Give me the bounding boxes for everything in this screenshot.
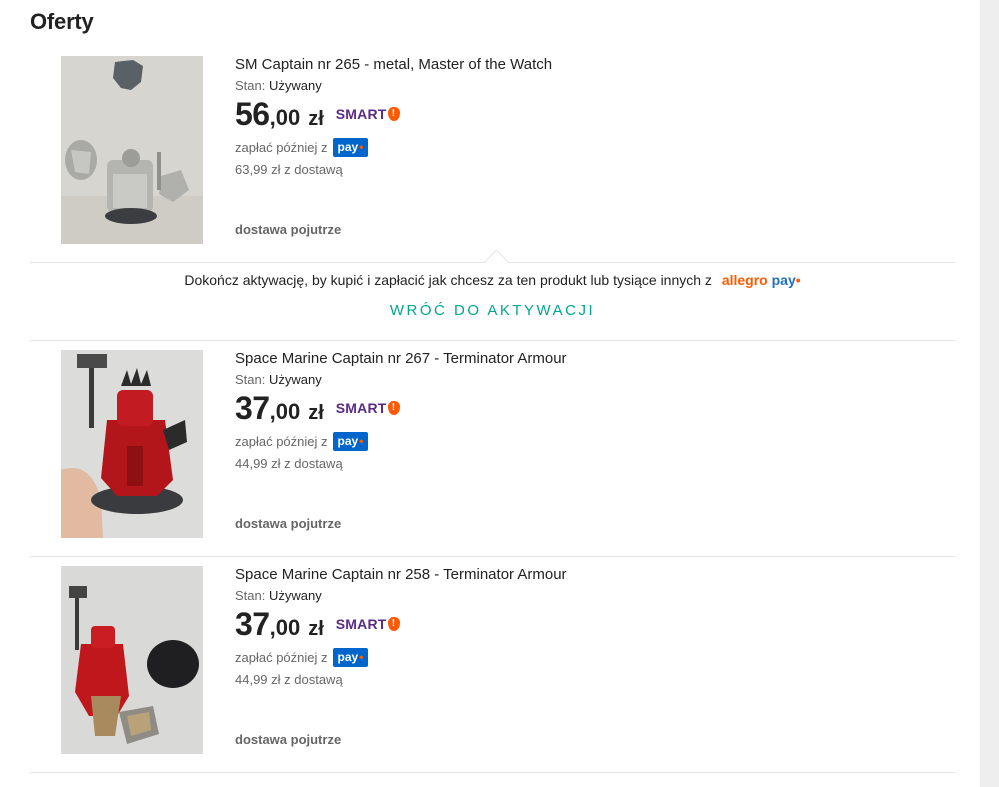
total-with-delivery: 44,99 zł z dostawą: [235, 456, 343, 471]
pay-badge: pay •: [332, 432, 369, 451]
pay-badge-label: pay: [337, 140, 359, 154]
condition-label: Stan:: [235, 372, 266, 387]
offer-condition: Stan: Używany: [235, 78, 322, 93]
section-title: Oferty: [30, 9, 94, 34]
smart-badge: SMART !: [336, 400, 400, 416]
pay-later-row: zapłać później z pay •: [235, 432, 369, 451]
pay-dot-icon: •: [359, 650, 364, 664]
price-decimal: ,00: [269, 615, 301, 640]
activation-text: Dokończ aktywację, by kupić i zapłacić j…: [184, 272, 712, 288]
divider: [30, 340, 955, 341]
activation-banner: Dokończ aktywację, by kupić i zapłacić j…: [30, 249, 955, 340]
smart-shield-icon: !: [387, 107, 400, 121]
total-with-delivery: 44,99 zł z dostawą: [235, 672, 343, 687]
delivery-time: dostawa pojutrze: [235, 516, 342, 531]
offer-price: 37 ,00 zł SMART !: [235, 606, 400, 646]
divider: [30, 556, 955, 557]
delivery-time: dostawa pojutrze: [235, 222, 342, 237]
offer-card[interactable]: SM Captain nr 265 - metal, Master of the…: [30, 56, 955, 246]
offer-image[interactable]: [61, 56, 203, 244]
offer-title[interactable]: Space Marine Captain nr 258 - Terminator…: [235, 566, 567, 583]
offer-title[interactable]: Space Marine Captain nr 267 - Terminator…: [235, 350, 567, 367]
smart-label: SMART: [335, 106, 387, 122]
pay-dot-icon: •: [359, 140, 364, 154]
pay-badge-label: pay: [337, 650, 359, 664]
pay-later-text: zapłać później z: [235, 650, 328, 665]
pay-badge-label: pay: [337, 434, 359, 448]
activation-message: Dokończ aktywację, by kupić i zapłacić j…: [30, 272, 955, 288]
offer-card[interactable]: Space Marine Captain nr 267 - Terminator…: [30, 350, 955, 540]
price-integer: 37: [235, 606, 270, 642]
condition-value: Używany: [268, 588, 322, 603]
price-decimal: ,00: [269, 399, 301, 424]
price-decimal: ,00: [269, 105, 301, 130]
price-currency: zł: [308, 618, 324, 640]
pay-badge: pay •: [332, 648, 369, 667]
allegro-pay-logo: allegro pay•: [721, 272, 801, 288]
condition-value: Używany: [268, 372, 322, 387]
pay-dot-icon: •: [359, 434, 364, 448]
smart-label: SMART: [335, 400, 387, 416]
smart-label: SMART: [335, 616, 387, 632]
offer-price: 56 ,00 zł SMART !: [235, 96, 400, 136]
offer-image[interactable]: [61, 350, 203, 538]
pay-later-row: zapłać później z pay •: [235, 138, 369, 157]
condition-label: Stan:: [235, 588, 266, 603]
offer-price: 37 ,00 zł SMART !: [235, 390, 400, 430]
pay-later-text: zapłać później z: [235, 140, 328, 155]
pay-later-text: zapłać później z: [235, 434, 328, 449]
price-currency: zł: [308, 108, 324, 130]
back-to-activation-link[interactable]: WRÓĆ DO AKTYWACJI: [30, 302, 955, 319]
pay-badge: pay •: [332, 138, 369, 157]
offer-image[interactable]: [61, 566, 203, 754]
divider: [30, 772, 955, 773]
banner-notch: [484, 249, 509, 274]
offer-card[interactable]: Space Marine Captain nr 258 - Terminator…: [30, 566, 955, 756]
offers-panel: Oferty SM Captain nr 265 - metal, Master…: [0, 0, 980, 787]
offer-condition: Stan: Używany: [235, 588, 322, 603]
smart-badge: SMART !: [336, 616, 400, 632]
offer-title[interactable]: SM Captain nr 265 - metal, Master of the…: [235, 56, 552, 73]
smart-shield-icon: !: [387, 401, 400, 415]
pay-later-row: zapłać później z pay •: [235, 648, 369, 667]
price-currency: zł: [308, 402, 324, 424]
condition-label: Stan:: [235, 78, 266, 93]
offer-condition: Stan: Używany: [235, 372, 322, 387]
smart-badge: SMART !: [336, 106, 400, 122]
smart-shield-icon: !: [387, 617, 400, 631]
delivery-time: dostawa pojutrze: [235, 732, 342, 747]
price-integer: 37: [235, 390, 270, 426]
price-integer: 56: [235, 96, 270, 132]
total-with-delivery: 63,99 zł z dostawą: [235, 162, 343, 177]
condition-value: Używany: [268, 78, 322, 93]
